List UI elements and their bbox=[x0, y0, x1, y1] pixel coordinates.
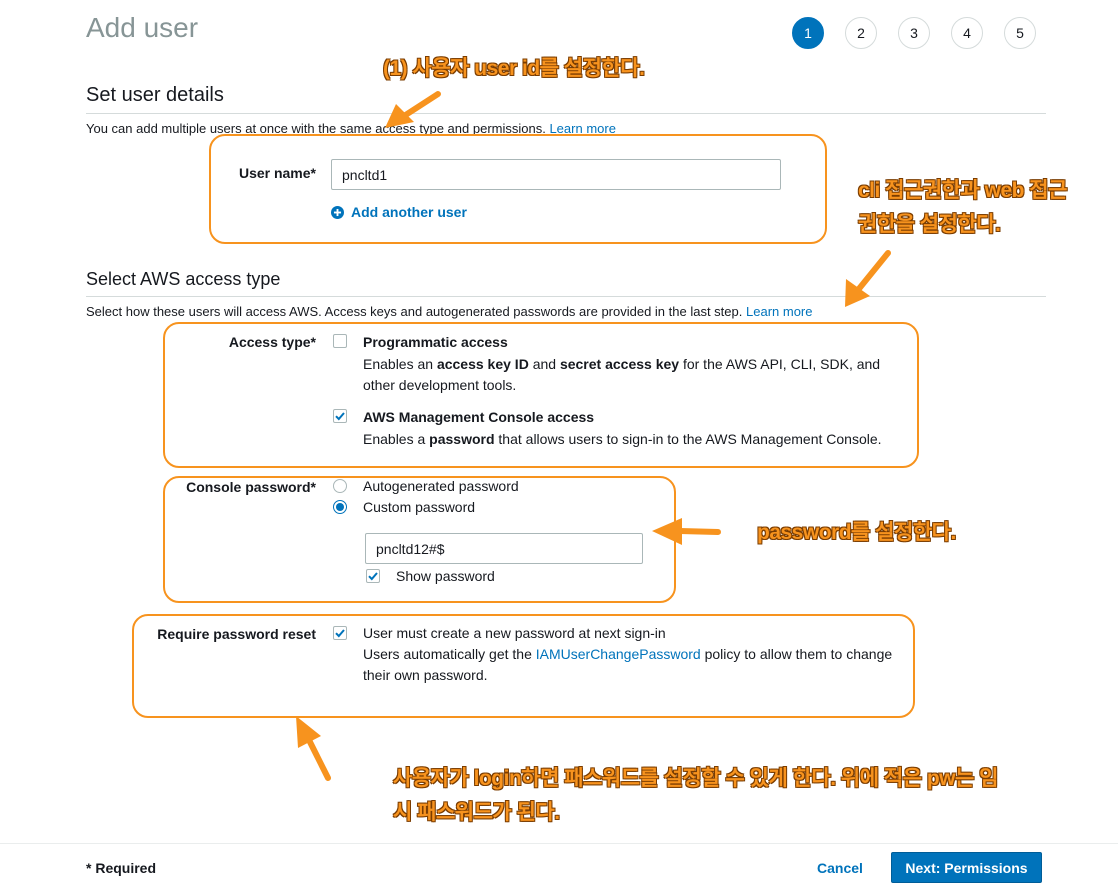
annotation-arrows bbox=[296, 91, 891, 781]
annotation-reset-line-2: 시 패스워드가 된다. bbox=[393, 801, 560, 824]
annotation-user-id: (1) 사용자 user id를 설정한다. bbox=[383, 57, 645, 80]
annotation-access-line-2: 권한을 설정한다. bbox=[858, 213, 1001, 236]
footer-divider bbox=[0, 843, 1118, 844]
arrow-icon bbox=[652, 518, 721, 545]
annotation-reset-line-1: 사용자가 login하면 패스워드를 설정할 수 있게 한다. 위에 적은 pw… bbox=[393, 767, 999, 790]
arrow-icon bbox=[385, 91, 441, 128]
annotation-access-line-1: cli 접근권한과 web 접근 bbox=[858, 179, 1067, 202]
annotation-password: password를 설정한다. bbox=[757, 521, 956, 544]
next-permissions-button[interactable]: Next: Permissions bbox=[891, 852, 1042, 883]
arrow-icon bbox=[845, 250, 891, 307]
cancel-button[interactable]: Cancel bbox=[817, 860, 863, 876]
arrow-icon bbox=[296, 716, 331, 781]
required-note: * Required bbox=[86, 860, 157, 876]
